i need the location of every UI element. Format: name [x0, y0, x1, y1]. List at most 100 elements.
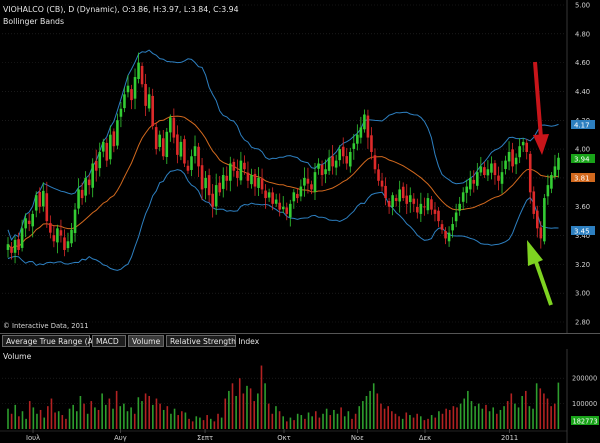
volume-bar [318, 417, 321, 429]
candle-body [116, 120, 119, 146]
volume-bar [170, 413, 172, 429]
volume-bar [47, 406, 49, 429]
candle-body [324, 169, 327, 175]
volume-bar [173, 408, 176, 429]
candle-body [380, 180, 384, 187]
volume-chart[interactable]: 200000 100000 Ιουλ Αυγ Σεπτ Οκτ Νοε Δεκ 2011 Vo… [0, 349, 600, 443]
middle-band-badge: 3.81 [571, 173, 595, 183]
candle-body [497, 175, 500, 181]
candle-body [204, 177, 207, 189]
volume-bar [257, 393, 259, 429]
candle-body [154, 127, 158, 150]
volume-bar [441, 413, 444, 429]
volume-bar [463, 398, 466, 429]
candle-body [10, 246, 13, 253]
candle-body [271, 192, 274, 204]
volume-bar [434, 417, 437, 429]
volume-bar [57, 411, 60, 429]
volume-bar [18, 416, 20, 429]
volume-bar [535, 383, 538, 429]
volume-bar [503, 406, 505, 429]
candle-body [183, 139, 186, 164]
volume-bar [68, 408, 71, 429]
volume-tick-label: 100000 [572, 400, 597, 408]
volume-tick-label: 200000 [572, 375, 597, 383]
date-tick-label: Δεκ [419, 434, 431, 442]
candle-body [133, 77, 137, 99]
candle-body [281, 206, 285, 210]
svg-text:3.94: 3.94 [574, 156, 590, 164]
volume-bar [137, 397, 140, 429]
candle-body [458, 203, 461, 211]
volume-bar [524, 390, 527, 429]
price-tick-label: 3.00 [575, 290, 590, 298]
price-tick-label: 2.80 [575, 319, 590, 327]
volume-bar [289, 417, 292, 429]
candle-body [532, 191, 536, 214]
volume-bar [553, 403, 556, 429]
candle-body [341, 146, 345, 157]
volume-bar [311, 416, 313, 429]
volume-background [0, 349, 600, 443]
volume-bar [550, 406, 552, 429]
candle-body [218, 182, 222, 193]
candle-body [176, 134, 179, 155]
candle-body [398, 189, 401, 202]
candle-body [493, 163, 497, 176]
candle-body [550, 175, 553, 189]
lower-band-badge: 3.45 [571, 226, 595, 236]
candle-body [370, 135, 373, 152]
volume-bar [112, 408, 114, 429]
volume-bar [474, 406, 476, 429]
volume-bar [188, 418, 190, 429]
volume-bar [249, 388, 252, 429]
volume-bar [25, 418, 27, 429]
volume-bar [423, 420, 426, 429]
volume-bar [115, 390, 118, 429]
tab-macd[interactable]: MACD [92, 335, 126, 347]
volume-bar [286, 421, 288, 429]
price-tick-label: 4.00 [575, 146, 590, 154]
candle-body [299, 186, 303, 197]
candle-body [267, 192, 271, 198]
candle-body [433, 209, 437, 214]
volume-bar [28, 401, 31, 429]
volume-bar [199, 417, 201, 429]
tab-volume[interactable]: Volume [128, 335, 164, 347]
candle-body [401, 186, 405, 199]
volume-bar [65, 418, 67, 429]
volume-bar [104, 404, 107, 429]
volume-bar [278, 411, 281, 429]
candle-body [17, 239, 20, 250]
candle-body [553, 166, 557, 177]
candle-body [490, 163, 493, 173]
volume-bar [546, 398, 549, 429]
candle-body [13, 239, 17, 253]
volume-bar [282, 416, 284, 429]
volume-bar [510, 393, 513, 429]
volume-bar [75, 411, 78, 429]
volume-bar [521, 396, 523, 429]
candle-body [137, 62, 140, 79]
volume-bar [358, 406, 361, 429]
volume-bar [543, 393, 545, 429]
candle-body [24, 218, 27, 229]
volume-bar [260, 365, 263, 429]
candle-body [6, 244, 10, 250]
tab-atr[interactable]: Average True Range (ATR) [2, 335, 105, 347]
volume-bar [275, 406, 277, 429]
volume-bar [184, 412, 187, 429]
volume-bar [130, 407, 132, 429]
svg-text:182773: 182773 [573, 418, 598, 426]
candle-body [423, 206, 426, 208]
price-chart[interactable]: 5.004.804.604.404.204.003.803.603.403.20… [0, 0, 600, 333]
candle-body [41, 190, 45, 207]
candle-body [243, 162, 246, 170]
volume-bar [307, 412, 310, 429]
volume-bar [86, 413, 89, 429]
candle-body [391, 195, 394, 208]
volume-bar [144, 393, 147, 429]
volume-bar [108, 398, 111, 429]
candle-body [52, 235, 56, 242]
tab-rsi[interactable]: Relative Strength Index [166, 335, 259, 347]
